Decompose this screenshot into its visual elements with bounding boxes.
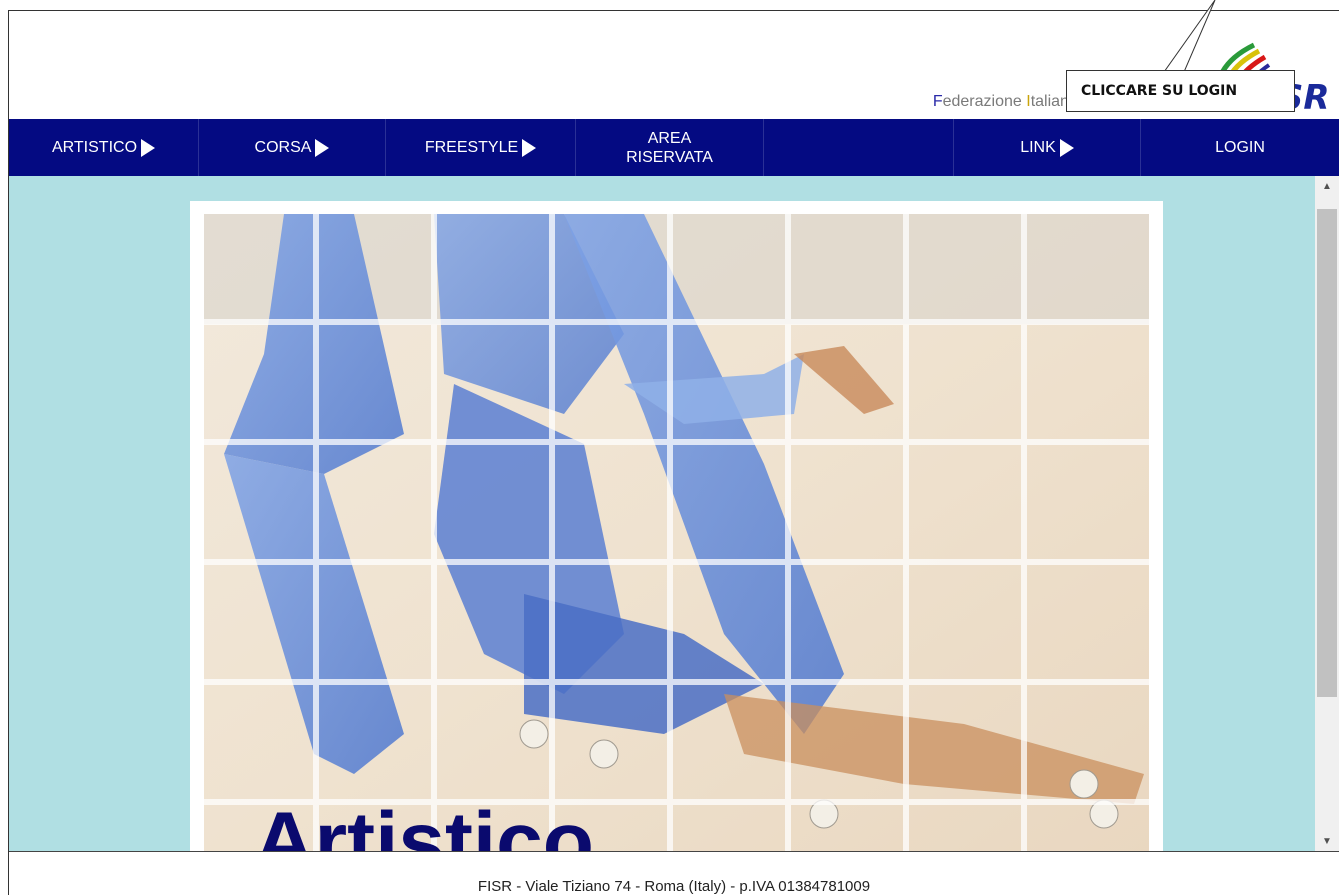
main-navigation: ARTISTICO CORSA FREESTYLE AREA RISERVATA… (9, 119, 1339, 176)
footer-address: FISR - Viale Tiziano 74 - Roma (Italy) -… (477, 878, 871, 895)
nav-item-empty (764, 119, 954, 176)
play-arrow-icon (315, 138, 330, 157)
main-content: Artistico (9, 176, 1315, 851)
nav-item-artistico[interactable]: ARTISTICO (9, 119, 199, 176)
vertical-scrollbar[interactable]: ▲ ▼ (1315, 176, 1339, 851)
callout-pointer (1163, 0, 1216, 72)
scroll-thumb[interactable] (1317, 209, 1337, 697)
login-hint-callout: CLICCARE SU LOGIN (1066, 70, 1295, 112)
banner-title: Artistico (254, 796, 594, 851)
play-arrow-icon (522, 138, 537, 157)
play-arrow-icon (1059, 138, 1074, 157)
nav-item-area-riservata[interactable]: AREA RISERVATA (576, 119, 764, 176)
nav-item-link[interactable]: LINK (954, 119, 1141, 176)
artistic-skating-banner-image: Artistico (204, 214, 1149, 851)
nav-item-freestyle[interactable]: FREESTYLE (386, 119, 576, 176)
nav-item-corsa[interactable]: CORSA (199, 119, 386, 176)
scroll-down-icon[interactable]: ▼ (1315, 831, 1339, 851)
site-footer: FISR - Viale Tiziano 74 - Roma (Italy) -… (9, 851, 1339, 895)
banner-panel: Artistico (190, 201, 1163, 851)
scroll-up-icon[interactable]: ▲ (1315, 176, 1339, 196)
nav-item-login[interactable]: LOGIN (1141, 119, 1339, 176)
play-arrow-icon (141, 138, 156, 157)
